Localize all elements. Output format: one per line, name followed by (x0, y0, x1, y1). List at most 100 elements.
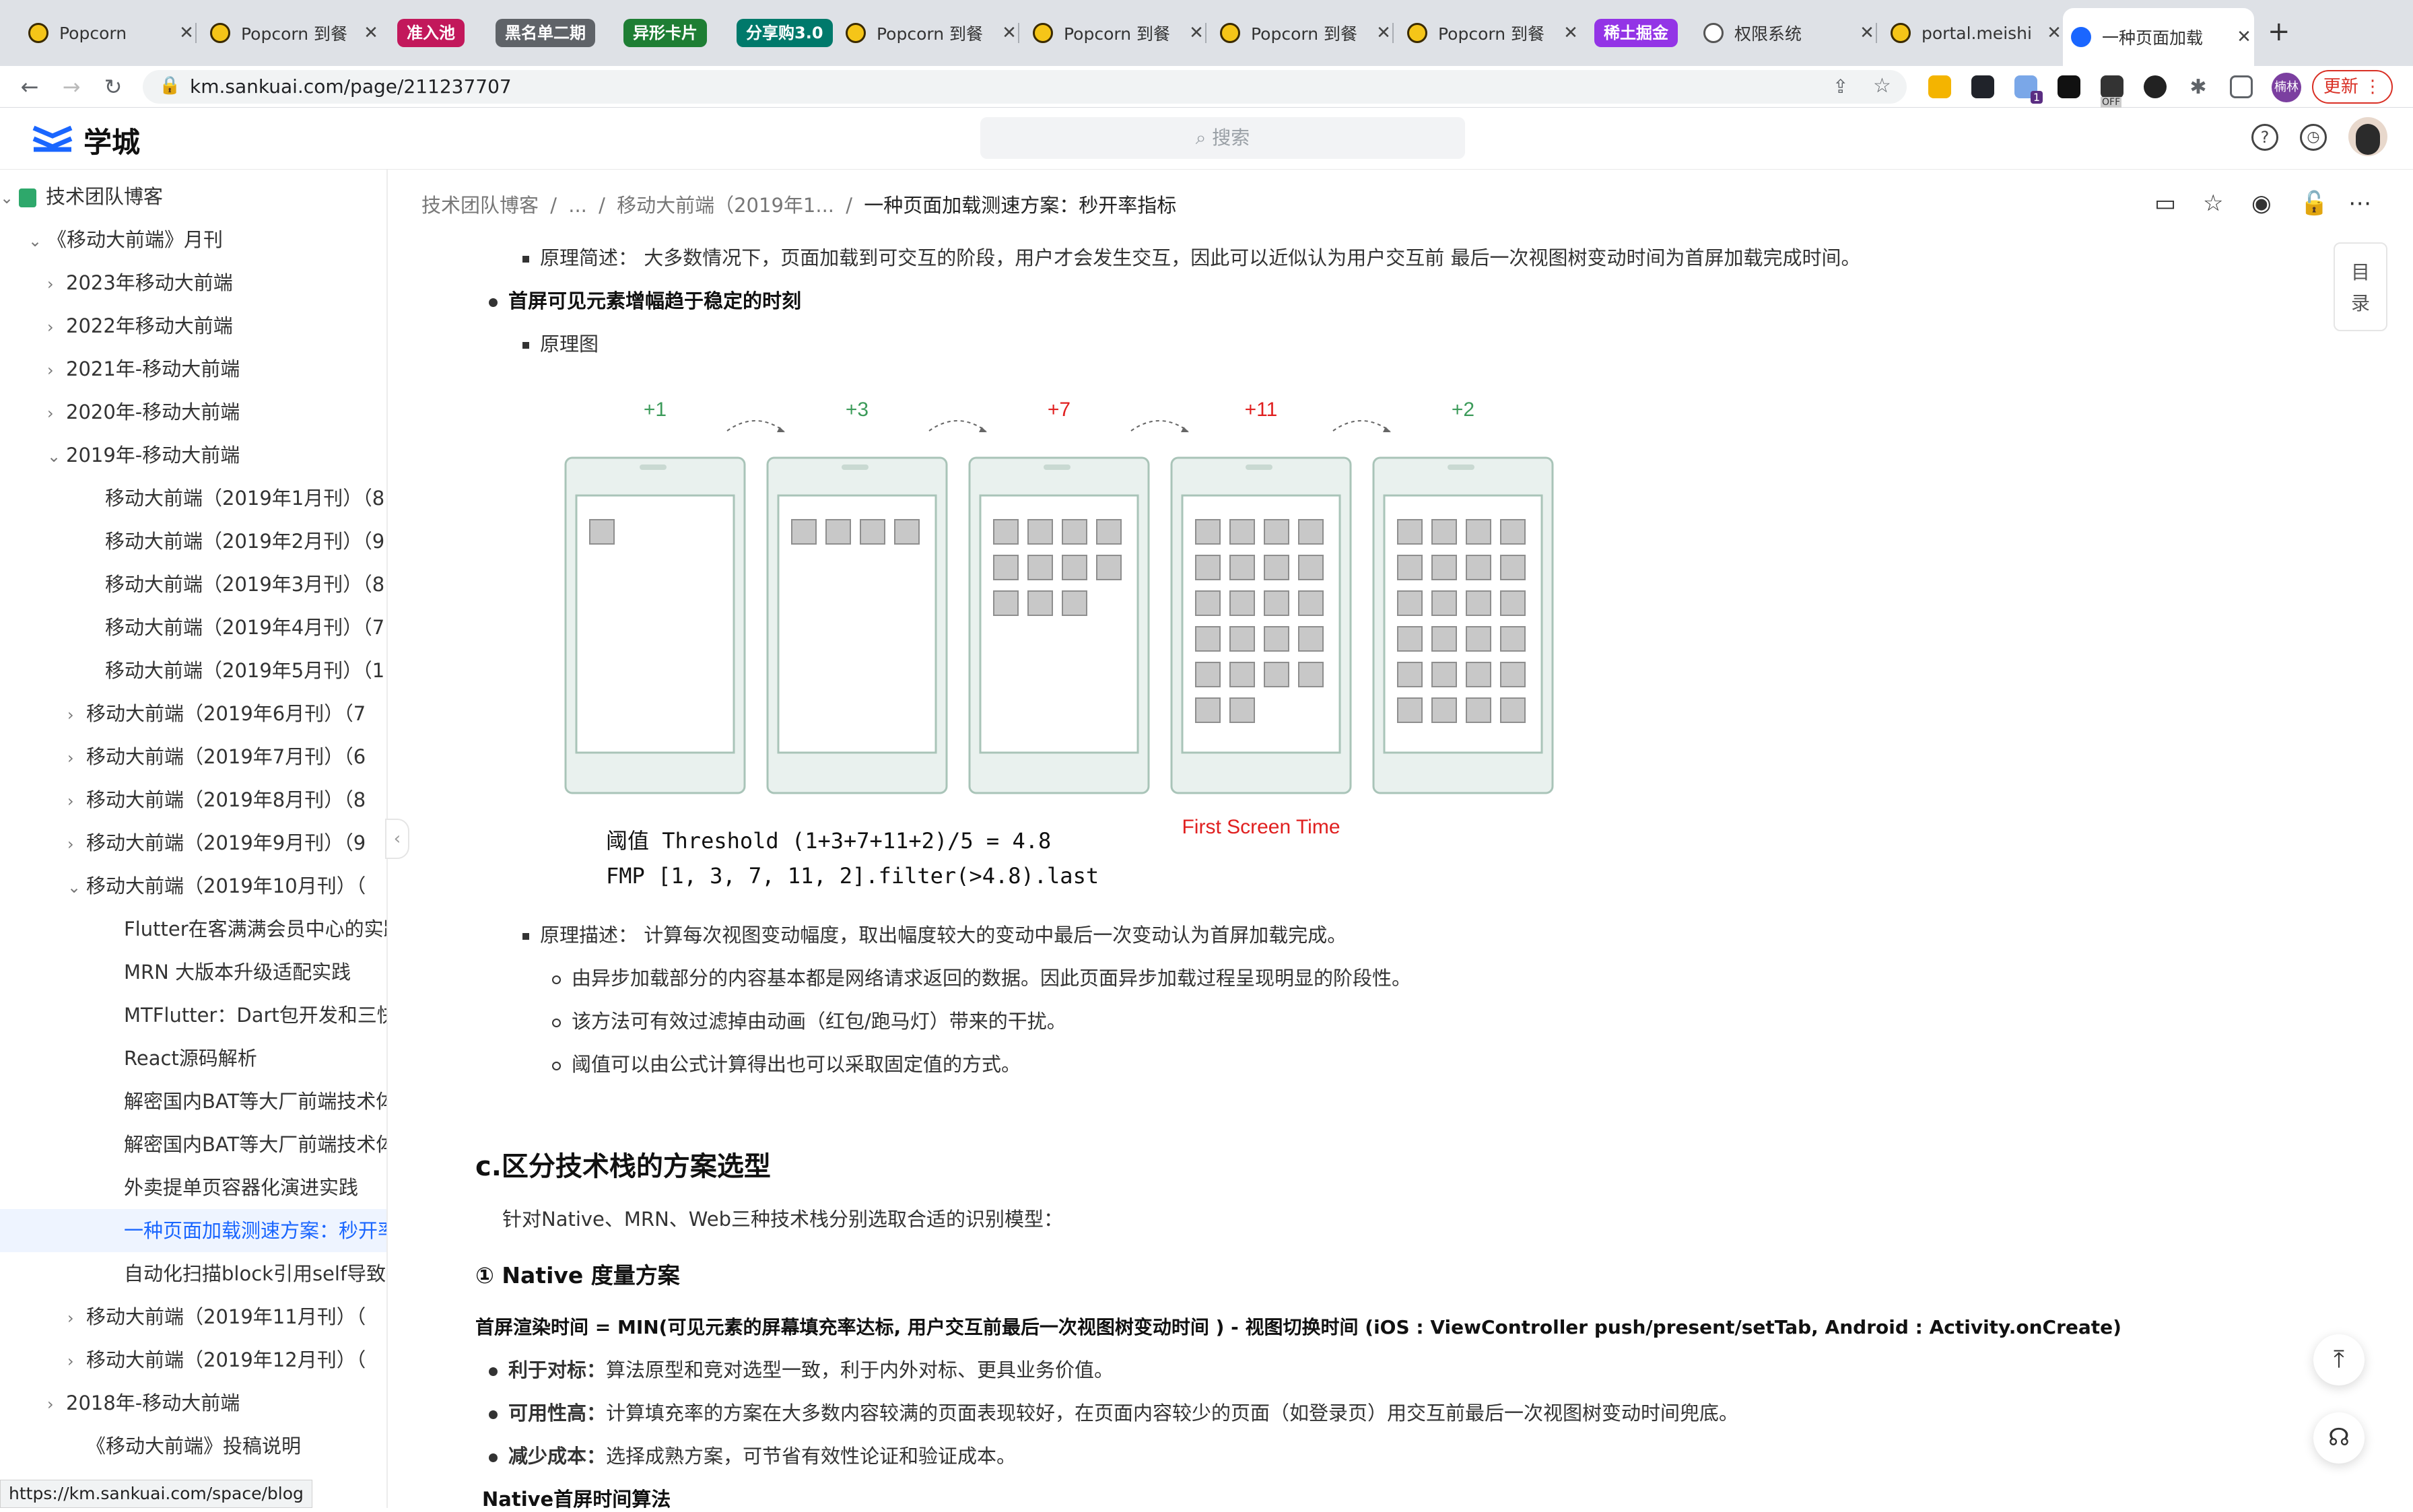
sidebar-item[interactable]: MTFlutter：Dart包开发和三快F (124, 994, 386, 1037)
sidebar-item[interactable]: › 移动大前端（2019年6月刊）（7 (67, 692, 366, 735)
expand-chevron-icon[interactable]: › (47, 392, 66, 435)
close-tab-icon[interactable]: ✕ (2234, 27, 2254, 47)
lock-icon[interactable]: 🔒 (159, 75, 180, 96)
close-tab-icon[interactable]: ✕ (1857, 23, 1877, 43)
browser-tab[interactable]: Popcorn 到餐 ✕ (1399, 12, 1581, 54)
sidebar-item[interactable]: › 2023年移动大前端 (47, 261, 233, 304)
extension-mask-icon[interactable] (2144, 75, 2167, 98)
back-icon[interactable]: ← (16, 75, 43, 98)
expand-chevron-icon[interactable]: › (67, 823, 86, 866)
sidebar-item[interactable]: › 2018年-移动大前端 (47, 1381, 240, 1424)
reload-icon[interactable]: ↻ (100, 75, 127, 98)
expand-chevron-icon[interactable]: › (67, 1340, 86, 1383)
expand-chevron-icon[interactable]: › (67, 736, 86, 780)
tab-group-label[interactable]: 黑名单二期 (496, 19, 595, 47)
present-icon[interactable]: ▭ (2154, 190, 2176, 217)
help-icon[interactable]: ? (2251, 124, 2278, 151)
sidebar-item[interactable]: › 2021年-移动大前端 (47, 347, 240, 390)
expand-chevron-icon[interactable]: › (67, 780, 86, 823)
extension-tool-icon[interactable] (2058, 75, 2080, 98)
browser-tab[interactable]: Popcorn 到餐 ✕ (202, 12, 381, 54)
sidebar-item[interactable]: 一种页面加载测速方案：秒开率 (0, 1209, 386, 1252)
profile-avatar[interactable]: 楠林 (2272, 73, 2301, 102)
breadcrumb-item[interactable]: ... (568, 194, 587, 217)
xuecheng-logo-icon[interactable] (30, 123, 75, 156)
close-tab-icon[interactable]: ✕ (999, 23, 1019, 43)
browser-tab[interactable]: Popcorn ✕ (20, 12, 197, 54)
side-panel-icon[interactable] (2230, 75, 2253, 98)
update-button[interactable]: 更新 ⋮ (2312, 70, 2393, 104)
sidebar-item[interactable]: 外卖提单页容器化演进实践 (124, 1166, 358, 1209)
sidebar-item[interactable]: › 移动大前端（2019年7月刊）（6 (67, 735, 366, 778)
customer-support-icon[interactable]: ☊ (2313, 1412, 2365, 1464)
sidebar-item[interactable]: › 移动大前端（2019年12月刊）（ (67, 1338, 366, 1381)
tab-group-label[interactable]: 分享购3.0 (737, 19, 833, 47)
sidebar-item[interactable]: React源码解析 (124, 1037, 257, 1080)
collapse-sidebar-icon[interactable]: ‹ (385, 819, 409, 859)
expand-chevron-icon[interactable]: › (47, 306, 66, 349)
browser-tab[interactable]: portal.meishi ✕ (1882, 12, 2064, 54)
collapse-chevron-icon[interactable]: ⌄ (67, 866, 86, 909)
browser-tab[interactable]: Popcorn 到餐 ✕ (1212, 12, 1394, 54)
collapse-chevron-icon[interactable]: ⌄ (0, 176, 19, 219)
sidebar-item[interactable]: › 移动大前端（2019年11月刊）（ (67, 1295, 366, 1338)
watch-eye-icon[interactable]: ◉ (2251, 190, 2272, 217)
browser-tab[interactable]: 权限系统 ✕ (1695, 12, 1877, 54)
expand-chevron-icon[interactable]: › (47, 349, 66, 392)
expand-chevron-icon[interactable]: › (47, 263, 66, 306)
url-text[interactable]: km.sankuai.com/page/211237707 (190, 70, 512, 104)
favorite-star-icon[interactable]: ☆ (2203, 190, 2223, 217)
permission-lock-icon[interactable]: 🔓 (2300, 190, 2328, 217)
sidebar-item[interactable]: › 移动大前端（2019年9月刊）（9 (67, 821, 366, 864)
sidebar-item[interactable]: 解密国内BAT等大厂前端技术体 (124, 1123, 386, 1166)
sidebar-item[interactable]: Flutter在客满满会员中心的实践 (124, 907, 386, 951)
history-clock-icon[interactable]: ◷ (2300, 124, 2327, 151)
toc-button[interactable]: 目录 (2334, 242, 2387, 331)
breadcrumb-item[interactable]: 技术团队博客 (421, 194, 539, 217)
expand-chevron-icon[interactable]: › (67, 1297, 86, 1340)
back-to-top-icon[interactable]: ⤒ (2313, 1334, 2365, 1385)
new-tab-icon[interactable]: + (2268, 16, 2290, 47)
sidebar-item[interactable]: ⌄ 移动大前端（2019年10月刊）（ (67, 864, 366, 907)
sidebar-item[interactable]: ⌄ 《移动大前端》月刊 (28, 218, 223, 261)
expand-chevron-icon[interactable]: › (47, 1383, 66, 1426)
share-icon[interactable]: ⇪ (1833, 75, 1848, 98)
sidebar-item[interactable]: 移动大前端（2019年5月刊）（1 (105, 649, 384, 692)
breadcrumb-item[interactable]: 移动大前端（2019年1... (617, 194, 834, 217)
global-search-input[interactable]: ⌕ 搜索 (980, 117, 1465, 159)
close-tab-icon[interactable]: ✕ (2044, 23, 2064, 43)
react-devtools-icon[interactable] (1971, 75, 1994, 98)
tab-group-label[interactable]: 异形卡片 (623, 19, 707, 47)
more-icon[interactable]: ⋯ (2348, 190, 2371, 217)
tab-group-label[interactable]: 稀土掘金 (1594, 19, 1678, 47)
sidebar-item[interactable]: ⌄ 2019年-移动大前端 (47, 434, 240, 477)
close-tab-icon[interactable]: ✕ (1373, 23, 1394, 43)
close-tab-icon[interactable]: ✕ (176, 23, 197, 43)
extensions-puzzle-icon[interactable]: ✱ (2187, 75, 2210, 99)
extension-globe-icon[interactable]: 1 (2014, 75, 2043, 104)
close-tab-icon[interactable]: ✕ (361, 23, 381, 43)
expand-chevron-icon[interactable]: › (67, 693, 86, 736)
close-tab-icon[interactable]: ✕ (1561, 23, 1581, 43)
sidebar-item[interactable]: 自动化扫描block引用self导致的 (124, 1252, 386, 1295)
sidebar-item[interactable]: › 移动大前端（2019年8月刊）（8 (67, 778, 366, 821)
sidebar-item[interactable]: 解密国内BAT等大厂前端技术体 (124, 1080, 386, 1123)
user-avatar[interactable] (2348, 117, 2387, 156)
omnibox[interactable]: 🔒 km.sankuai.com/page/211237707 ⇪ ☆ (143, 70, 1907, 104)
browser-tab-active[interactable]: 一种页面加载 ✕ (2063, 8, 2254, 66)
sidebar-item[interactable]: 移动大前端（2019年4月刊）（7 (105, 606, 384, 649)
browser-tab[interactable]: Popcorn 到餐 ✕ (838, 12, 1019, 54)
sidebar-item[interactable]: 移动大前端（2019年2月刊）（9 (105, 520, 384, 563)
extension-incognito-icon[interactable]: OFF (2101, 75, 2123, 108)
sidebar-item[interactable]: 移动大前端（2019年3月刊）（8 (105, 563, 384, 606)
collapse-chevron-icon[interactable]: ⌄ (28, 219, 47, 263)
sidebar-item[interactable]: MRN 大版本升级适配实践 (124, 951, 351, 994)
forward-icon[interactable]: → (58, 75, 85, 98)
sidebar-item[interactable]: 移动大前端（2019年1月刊）（8 (105, 477, 384, 520)
collapse-chevron-icon[interactable]: ⌄ (47, 435, 66, 478)
extension-shield-icon[interactable] (1928, 75, 1951, 98)
tab-group-label[interactable]: 准入池 (397, 19, 465, 47)
app-logo-text[interactable]: 学城 (83, 120, 140, 161)
sidebar-item[interactable]: ⌄ 技术团队博客 (0, 175, 163, 218)
bookmark-star-icon[interactable]: ☆ (1873, 74, 1891, 98)
